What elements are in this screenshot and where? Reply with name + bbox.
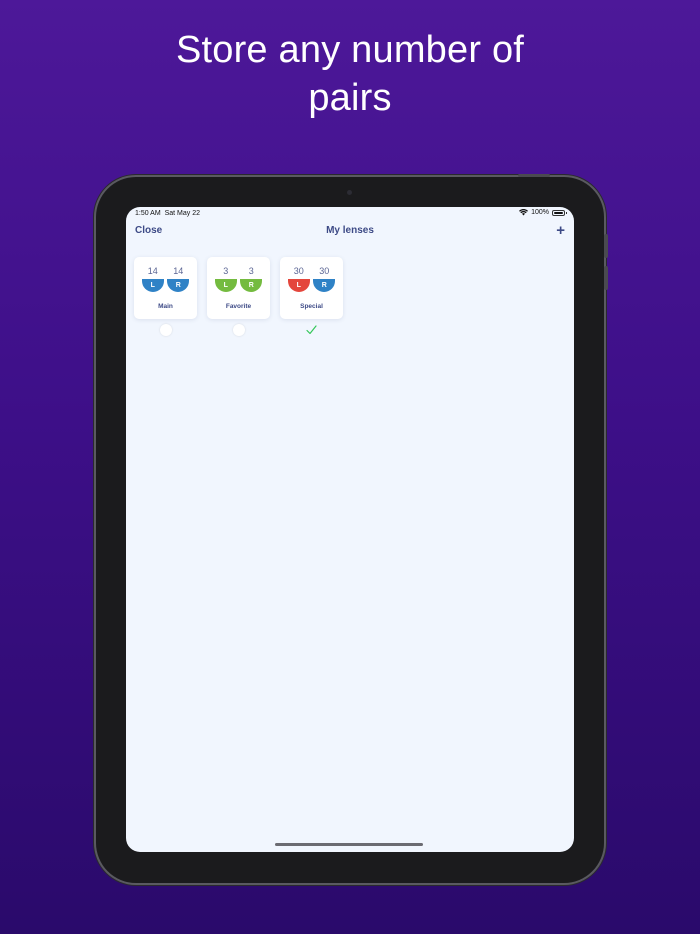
lens-icons: L R [280, 279, 343, 292]
ipad-device-frame: 1:50 AM Sat May 22 100% Close My lenses … [96, 174, 608, 883]
pair-card-favorite[interactable]: 3 3 L R Favorite [207, 257, 270, 319]
left-count: 3 [223, 266, 229, 276]
pair-name: Special [300, 303, 323, 310]
left-lens-icon: L [214, 279, 237, 292]
select-radio-main[interactable] [159, 324, 172, 336]
status-indicators: 100% [519, 209, 567, 216]
right-count: 30 [319, 266, 330, 276]
lens-counts: 3 3 [207, 266, 270, 276]
right-lens-icon: R [240, 279, 263, 292]
right-lens-letter: R [248, 281, 254, 289]
left-lens-letter: L [150, 281, 155, 289]
top-button [518, 174, 550, 177]
pair-column: 3 3 L R Favorite [207, 257, 270, 336]
lens-icons: L R [207, 279, 270, 292]
lens-counts: 30 30 [280, 266, 343, 276]
right-count: 14 [173, 266, 184, 276]
select-radio-favorite[interactable] [232, 324, 245, 336]
right-count: 3 [248, 266, 254, 276]
add-pair-button[interactable]: + [556, 222, 565, 239]
headline: Store any number of pairs [0, 26, 700, 122]
wifi-icon [519, 209, 529, 216]
page-title: My lenses [326, 225, 374, 236]
status-bar: 1:50 AM Sat May 22 100% [126, 207, 574, 221]
right-lens-icon: R [313, 279, 336, 292]
left-count: 14 [147, 266, 158, 276]
headline-line-2: pairs [308, 77, 392, 119]
checkmark-icon [306, 325, 317, 335]
right-lens-letter: R [175, 281, 181, 289]
volume-up-button [604, 234, 608, 258]
volume-down-button [604, 266, 608, 290]
left-lens-letter: L [223, 281, 228, 289]
pair-column: 30 30 L R Special [280, 257, 343, 336]
lens-icons: L R [134, 279, 197, 292]
pair-card-special[interactable]: 30 30 L R Special [280, 257, 343, 319]
pair-card-main[interactable]: 14 14 L R Main [134, 257, 197, 319]
pair-name: Main [158, 303, 173, 310]
battery-icon [552, 209, 567, 216]
nav-bar: Close My lenses + [126, 222, 574, 241]
status-date: Sat May 22 [164, 210, 200, 217]
home-indicator[interactable] [275, 843, 423, 846]
app-screen: 1:50 AM Sat May 22 100% Close My lenses … [126, 207, 574, 852]
selected-checkmark-special[interactable] [306, 324, 318, 336]
left-lens-icon: L [141, 279, 164, 292]
front-camera [347, 190, 352, 195]
battery-percent: 100% [531, 209, 549, 216]
left-lens-icon: L [287, 279, 310, 292]
pair-column: 14 14 L R Main [134, 257, 197, 336]
lens-pairs-list: 14 14 L R Main 3 3 L R Favorite 30 30 L … [134, 257, 343, 336]
headline-line-1: Store any number of [175, 29, 525, 71]
right-lens-letter: R [321, 281, 327, 289]
status-time: 1:50 AM Sat May 22 [135, 210, 200, 217]
lens-counts: 14 14 [134, 266, 197, 276]
status-time-value: 1:50 AM [135, 210, 161, 217]
right-lens-icon: R [167, 279, 190, 292]
left-count: 30 [293, 266, 304, 276]
left-lens-letter: L [296, 281, 301, 289]
pair-name: Favorite [225, 303, 252, 310]
